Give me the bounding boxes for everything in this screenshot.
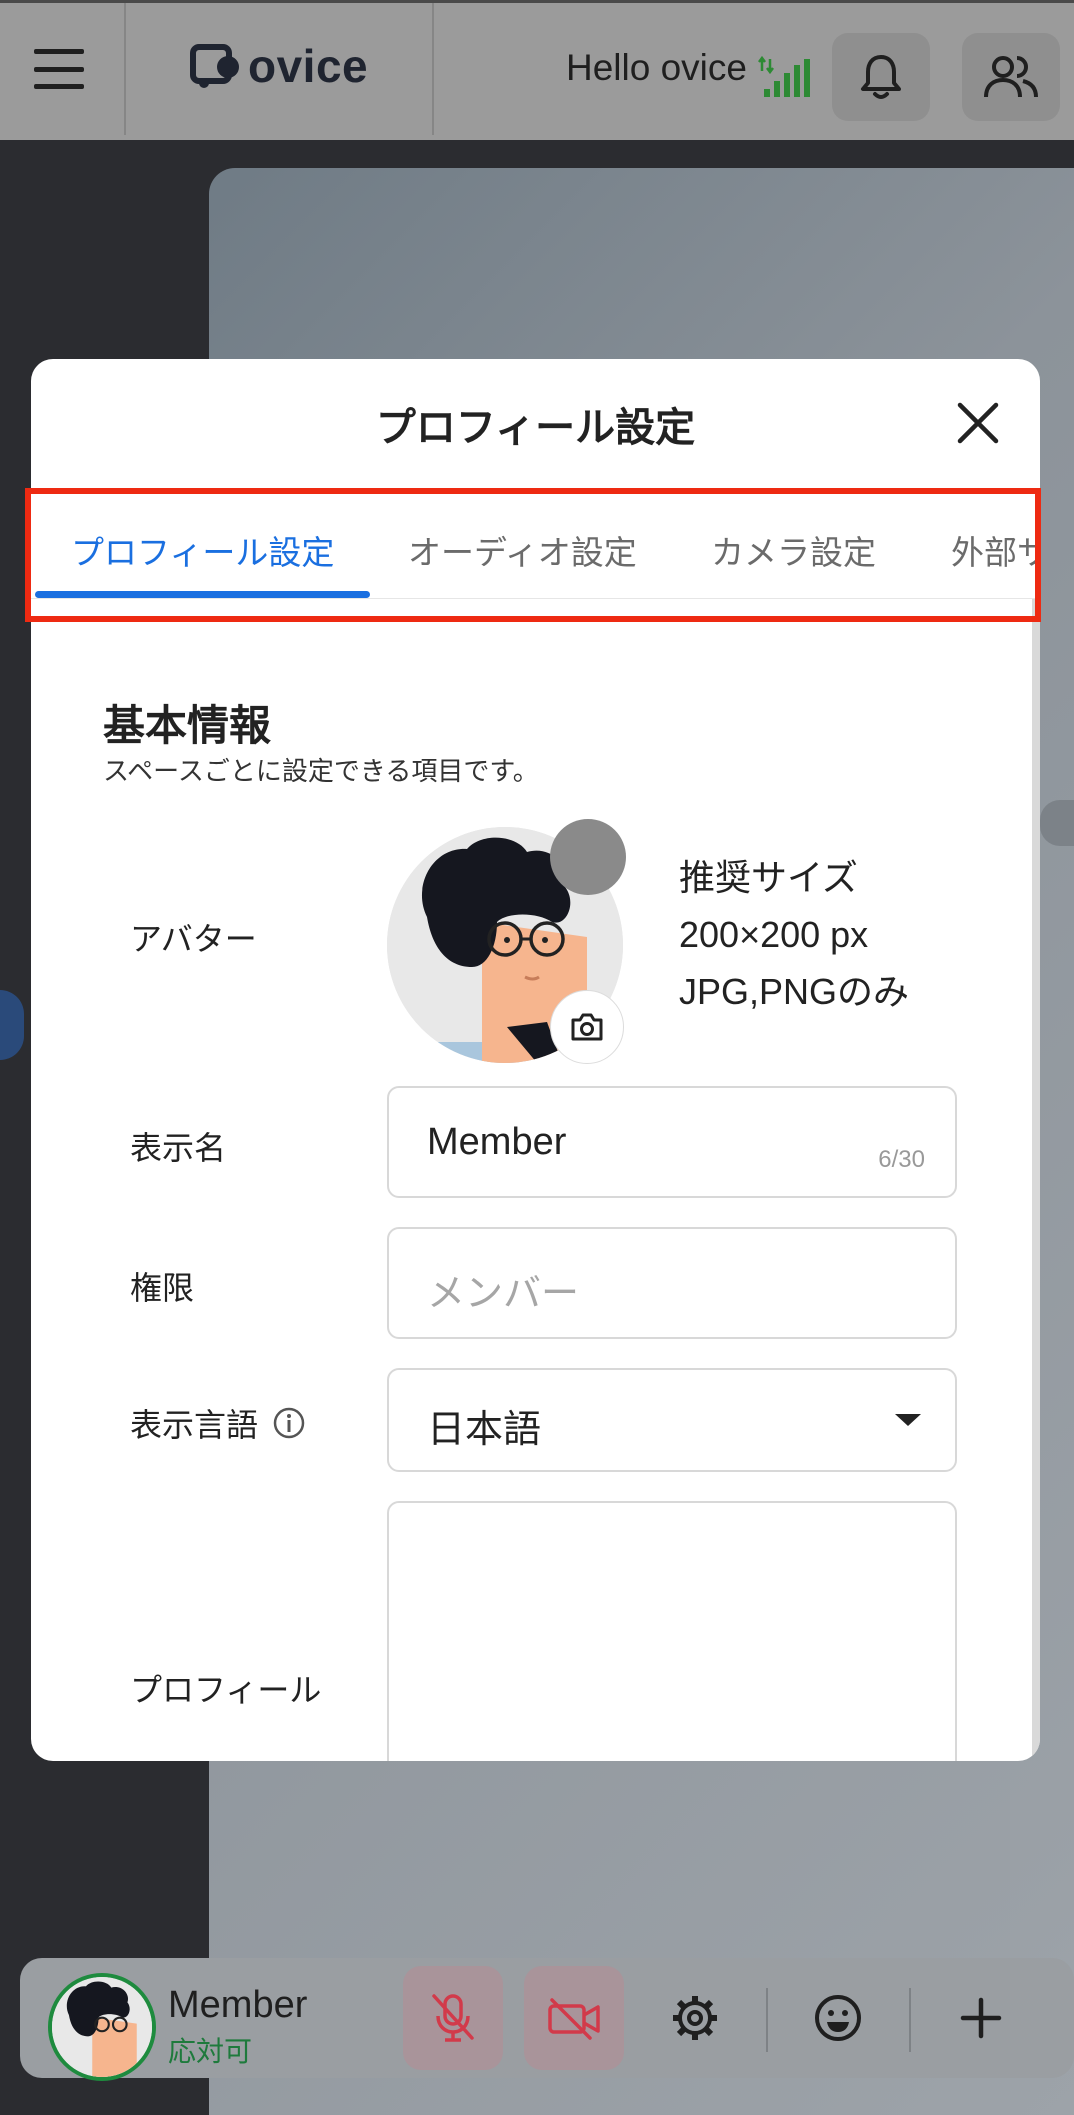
greeting-text: Hello ovice <box>566 47 747 88</box>
note-line: 200×200 px <box>679 914 869 955</box>
tab-external-services[interactable]: 外部サ <box>951 526 1040 574</box>
avatar-illustration <box>52 1977 152 2077</box>
mic-toggle-button[interactable] <box>403 1966 503 2070</box>
menu-icon[interactable] <box>34 49 84 89</box>
camera-icon <box>571 1013 603 1041</box>
camera-toggle-button[interactable] <box>524 1966 624 2070</box>
char-counter: 6/30 <box>878 1146 925 1173</box>
avatar-size-note: 推奨サイズ 200×200 px JPG,PNGのみ <box>679 849 909 1020</box>
tab-camera-settings[interactable]: カメラ設定 <box>711 526 876 574</box>
bell-icon <box>861 55 901 99</box>
top-bar: ovice Hello ovice <box>0 0 1074 140</box>
language-select[interactable]: 日本語 <box>387 1368 957 1472</box>
notification-button[interactable] <box>832 33 930 121</box>
language-label: 表示言語 <box>130 1407 259 1443</box>
divider <box>766 1988 768 2052</box>
ovice-logo-icon <box>190 44 239 88</box>
chevron-down-icon <box>895 1414 921 1426</box>
note-line: 推奨サイズ <box>679 857 858 898</box>
role-placeholder: メンバー <box>427 1273 580 1315</box>
role-label: 権限 <box>130 1270 195 1306</box>
logo-text: ovice <box>248 40 369 92</box>
tab-profile-settings[interactable]: プロフィール設定 <box>71 526 334 574</box>
modal-scrollbar[interactable] <box>1032 599 1040 1761</box>
language-value: 日本語 <box>427 1409 542 1451</box>
plus-icon <box>960 1997 1002 2039</box>
language-label-row: 表示言語 <box>130 1400 306 1446</box>
display-name-field[interactable]: Member 6/30 <box>387 1086 957 1198</box>
camera-off-icon <box>548 1998 600 2040</box>
signal-icon <box>758 55 810 97</box>
profile-label: プロフィール <box>130 1672 322 1708</box>
tab-audio-settings[interactable]: オーディオ設定 <box>408 526 637 574</box>
display-name-label: 表示名 <box>130 1130 227 1166</box>
divider <box>909 1988 911 2052</box>
emoji-icon <box>815 1995 861 2041</box>
role-field[interactable]: メンバー <box>387 1227 957 1339</box>
note-line: JPG,PNGのみ <box>679 971 910 1012</box>
ovice-logo[interactable]: ovice <box>190 39 368 93</box>
close-icon[interactable] <box>954 399 1002 447</box>
members-button[interactable] <box>962 33 1060 121</box>
section-title: 基本情報 <box>103 702 272 749</box>
side-indicator <box>0 990 24 1060</box>
avatar[interactable] <box>48 1973 156 2081</box>
change-avatar-button[interactable] <box>550 990 624 1064</box>
divider <box>124 3 126 135</box>
mic-off-icon <box>432 1994 474 2042</box>
bottom-bar: Member 応対可 <box>20 1958 1074 2081</box>
profile-settings-modal: プロフィール設定 プロフィール設定 オーディオ設定 カメラ設定 外部サ 基本情報… <box>31 359 1040 1761</box>
display-name-value: Member <box>427 1121 567 1163</box>
section-subtitle: スペースごとに設定できる項目です。 <box>103 756 539 786</box>
user-name: Member <box>168 1984 308 2026</box>
reaction-button[interactable] <box>788 1966 888 2070</box>
active-tab-indicator <box>35 591 370 598</box>
user-status: 応対可 <box>168 2036 253 2067</box>
avatar-status-dot <box>550 819 626 895</box>
settings-button[interactable] <box>645 1966 745 2070</box>
add-button[interactable] <box>931 1966 1031 2070</box>
avatar-label: アバター <box>130 921 257 957</box>
modal-title: プロフィール設定 <box>375 406 696 450</box>
divider <box>432 3 434 135</box>
stage-object <box>1040 800 1074 846</box>
settings-tabs: プロフィール設定 オーディオ設定 カメラ設定 外部サ <box>31 494 1040 599</box>
people-icon <box>984 56 1038 98</box>
gear-icon <box>673 1996 717 2040</box>
profile-textarea[interactable] <box>387 1501 957 1761</box>
info-icon[interactable] <box>272 1406 306 1440</box>
